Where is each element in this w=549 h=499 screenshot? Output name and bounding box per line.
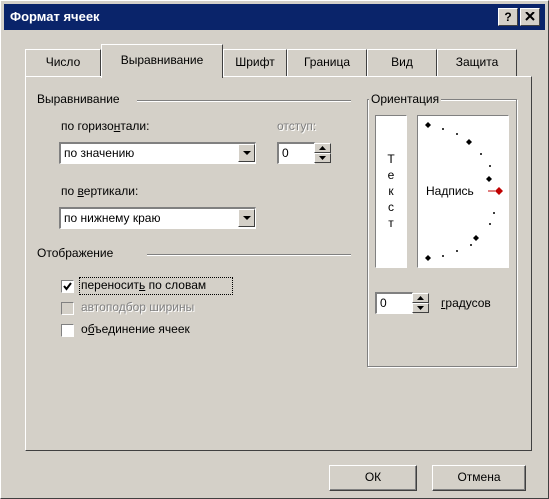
group-divider <box>147 254 351 256</box>
horizontal-dropdown-button[interactable] <box>238 144 255 162</box>
arrow-down-icon <box>417 306 424 310</box>
vertical-text-letter: е <box>387 168 395 182</box>
close-icon <box>525 11 535 21</box>
vertical-text-letter: т <box>388 216 394 230</box>
vertical-text-letter: с <box>388 200 394 214</box>
vertical-text-letter: Т <box>387 152 395 166</box>
help-button[interactable]: ? <box>498 8 518 26</box>
tab-alignment[interactable]: Выравнивание <box>101 44 223 78</box>
tab-font[interactable]: Шрифт <box>223 49 287 76</box>
sample-text: Надпись <box>426 184 474 198</box>
indent-spin-down[interactable] <box>314 153 331 163</box>
tab-label: Вид <box>391 55 413 69</box>
tab-number[interactable]: Число <box>25 49 101 76</box>
degrees-input[interactable]: 0 <box>375 292 413 314</box>
wrap-text-label[interactable]: переносить по словам <box>81 278 206 292</box>
window-title: Формат ячеек <box>10 9 100 24</box>
shrink-to-fit-checkbox[interactable] <box>61 302 74 315</box>
indent-input[interactable]: 0 <box>277 142 315 164</box>
title-bar[interactable]: Формат ячеек ? <box>4 4 545 30</box>
orientation-dial[interactable]: Надпись <box>417 115 509 268</box>
degrees-label: градусов <box>441 296 491 310</box>
checkmark-icon <box>63 282 72 291</box>
display-group-label: Отображение <box>35 246 116 260</box>
format-cells-dialog: Формат ячеек ? Число Выравнивание Шрифт … <box>0 0 549 499</box>
tab-view[interactable]: Вид <box>367 49 437 76</box>
vertical-text-letter: к <box>388 184 394 198</box>
tab-label: Выравнивание <box>120 53 204 67</box>
vertical-label: по вертикали: <box>61 184 139 198</box>
indent-spinner[interactable] <box>314 143 331 163</box>
tab-border[interactable]: Граница <box>287 49 367 76</box>
cancel-button[interactable]: Отмена <box>432 465 526 491</box>
horizontal-select[interactable]: по значению <box>59 142 256 164</box>
horizontal-select-value: по значению <box>64 146 135 160</box>
tab-label: Защита <box>455 55 499 69</box>
group-divider <box>137 100 351 102</box>
degrees-spinner[interactable] <box>412 293 429 313</box>
tab-protection[interactable]: Защита <box>437 49 517 76</box>
merge-cells-label[interactable]: объединение ячеек <box>81 322 190 336</box>
close-button[interactable] <box>520 8 540 26</box>
indent-value: 0 <box>282 146 289 160</box>
vertical-select[interactable]: по нижнему краю <box>59 207 256 229</box>
horizontal-label: по горизонтали: <box>61 119 150 133</box>
chevron-down-icon <box>243 216 251 220</box>
arrow-up-icon <box>319 146 326 150</box>
arrow-down-icon <box>319 156 326 160</box>
tab-label: Граница <box>303 55 351 69</box>
indent-spin-up[interactable] <box>314 143 331 153</box>
ok-button[interactable]: ОК <box>329 465 417 491</box>
vertical-select-value: по нижнему краю <box>64 211 161 225</box>
orientation-group-label: Ориентация <box>369 92 442 106</box>
wrap-text-checkbox[interactable] <box>61 280 74 293</box>
arrow-up-icon <box>417 296 424 300</box>
vertical-text-button[interactable]: Т е к с т <box>375 115 407 268</box>
chevron-down-icon <box>243 151 251 155</box>
degrees-value: 0 <box>380 296 387 310</box>
shrink-to-fit-label: автоподбор ширины <box>81 300 195 314</box>
alignment-group-label: Выравнивание <box>35 92 122 106</box>
tab-label: Число <box>45 55 81 69</box>
indent-label: отступ: <box>277 119 317 133</box>
degrees-spin-up[interactable] <box>412 293 429 303</box>
tab-label: Шрифт <box>235 55 275 69</box>
merge-cells-checkbox[interactable] <box>61 324 74 337</box>
vertical-dropdown-button[interactable] <box>238 209 255 227</box>
degrees-spin-down[interactable] <box>412 303 429 313</box>
